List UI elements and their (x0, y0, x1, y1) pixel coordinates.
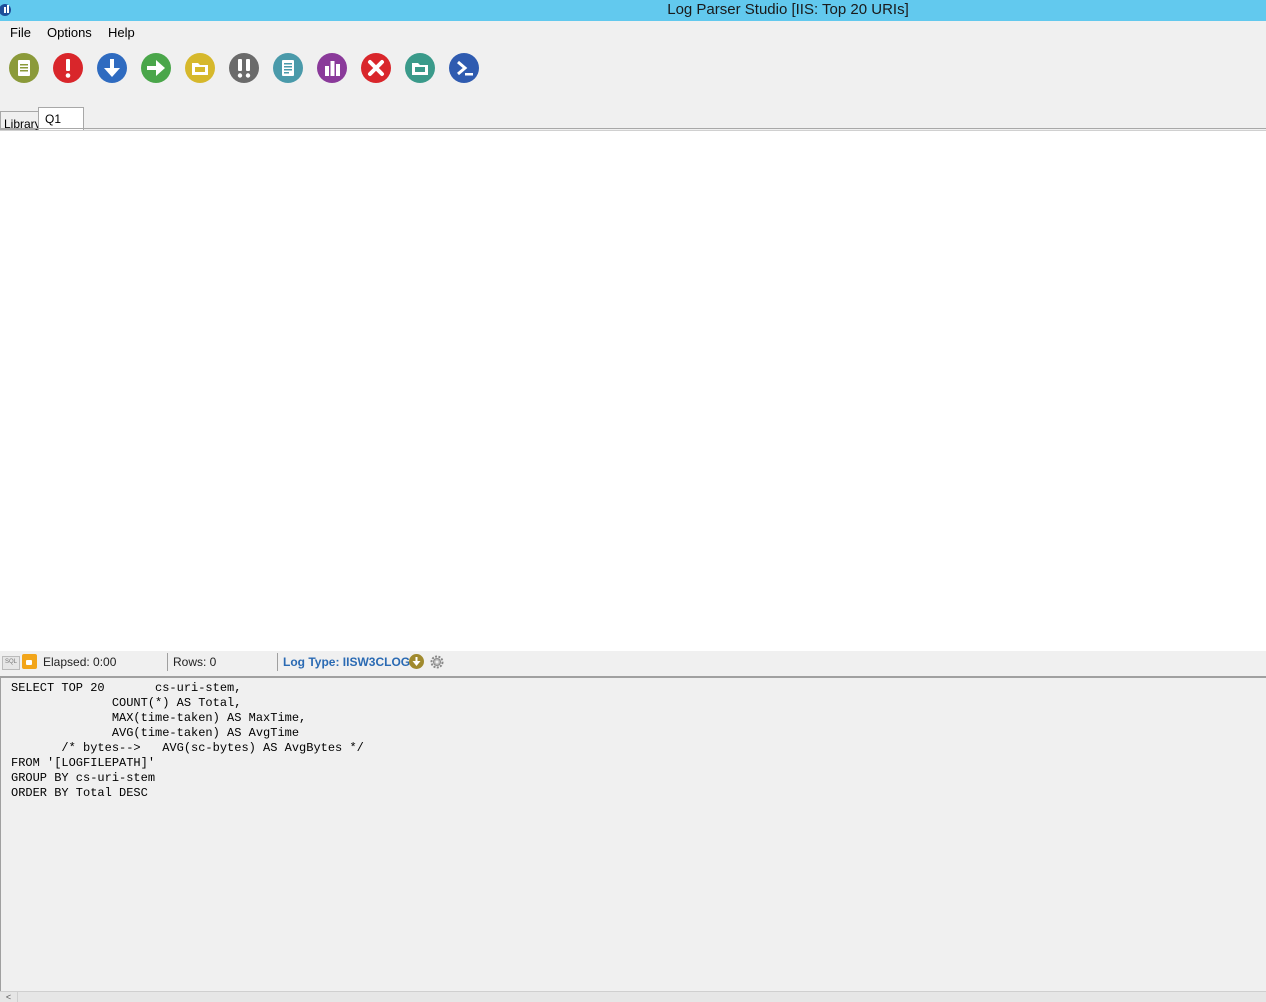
powershell-button[interactable] (448, 52, 480, 84)
report-icon (273, 53, 303, 83)
output-folder-icon (405, 53, 435, 83)
status-separator (167, 653, 168, 671)
tab-strip: Library Q1 (0, 106, 1266, 131)
chart-button[interactable] (316, 52, 348, 84)
right-arrow-icon (141, 53, 171, 83)
report-button[interactable] (272, 52, 304, 84)
results-grid[interactable] (0, 130, 1266, 651)
lock-icon[interactable] (22, 654, 37, 669)
exclamation-icon (53, 53, 83, 83)
log-settings-button[interactable] (429, 654, 445, 670)
double-exclamation-icon (229, 53, 259, 83)
horizontal-scrollbar[interactable]: < (0, 991, 1266, 1002)
log-folder-icon (185, 53, 215, 83)
forward-button[interactable] (140, 52, 172, 84)
menu-options[interactable]: Options (47, 25, 92, 40)
gear-icon (430, 655, 444, 669)
tab-divider (0, 128, 1266, 129)
menu-bar: File Options Help (0, 22, 1266, 44)
new-query-button[interactable] (8, 52, 40, 84)
down-arrow-icon (412, 657, 421, 666)
elapsed-time: Elapsed: 0:00 (43, 655, 117, 669)
run-multiple-button[interactable] (228, 52, 260, 84)
run-query-button[interactable] (52, 52, 84, 84)
download-button[interactable] (96, 52, 128, 84)
menu-file[interactable]: File (10, 25, 31, 40)
down-arrow-icon (97, 53, 127, 83)
sql-icon: SQL (2, 656, 20, 670)
query-editor[interactable]: SELECT TOP 20 cs-uri-stem, COUNT(*) AS T… (0, 676, 1266, 991)
output-button[interactable] (404, 52, 436, 84)
close-icon (361, 53, 391, 83)
row-count: Rows: 0 (173, 655, 217, 669)
cancel-button[interactable] (360, 52, 392, 84)
log-type-label[interactable]: Log Type: IISW3CLOG (283, 655, 410, 669)
menu-help[interactable]: Help (108, 25, 135, 40)
window-title: Log Parser Studio [IIS: Top 20 URIs] (667, 1, 909, 18)
document-icon (9, 53, 39, 83)
title-bar: Log Parser Studio [IIS: Top 20 URIs] (0, 0, 1266, 21)
status-separator (277, 653, 278, 671)
tab-q1[interactable]: Q1 (38, 107, 84, 130)
query-text[interactable]: SELECT TOP 20 cs-uri-stem, COUNT(*) AS T… (11, 681, 364, 801)
bar-chart-icon (317, 53, 347, 83)
open-log-button[interactable] (184, 52, 216, 84)
powershell-icon (449, 53, 479, 83)
log-type-dropdown-button[interactable] (409, 654, 424, 669)
status-bar: SQL Elapsed: 0:00 Rows: 0 Log Type: IISW… (0, 651, 1266, 673)
